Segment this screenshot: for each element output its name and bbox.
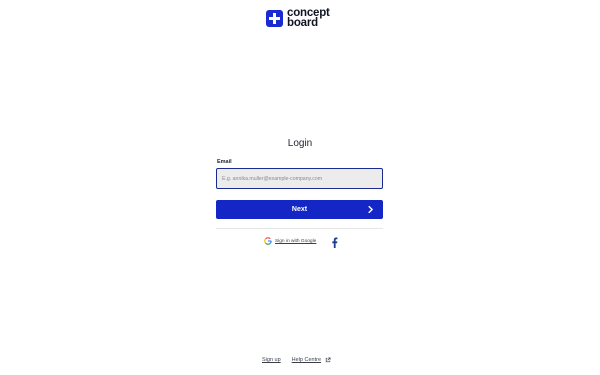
- plus-logo-icon: [266, 10, 283, 27]
- chevron-right-icon: [368, 205, 373, 214]
- logo-wordmark: concept board: [287, 8, 330, 29]
- email-field[interactable]: [216, 168, 383, 189]
- next-button[interactable]: Next: [216, 200, 383, 219]
- divider: [216, 228, 383, 229]
- footer: Sign up Help Centre: [262, 357, 331, 363]
- help-centre-link[interactable]: Help Centre: [292, 357, 331, 363]
- logo-word-board: board: [287, 16, 318, 29]
- external-link-icon: [325, 357, 331, 363]
- page-title: Login: [287, 138, 313, 149]
- google-icon: [264, 237, 272, 245]
- google-signin-button[interactable]: Sign in with Google: [264, 237, 316, 245]
- conceptboard-logo: concept board: [266, 8, 330, 29]
- facebook-icon[interactable]: [331, 237, 338, 248]
- email-label: Email: [217, 159, 232, 165]
- next-button-label: Next: [291, 206, 308, 213]
- google-signin-label: Sign in with Google: [275, 238, 317, 244]
- help-centre-label: Help Centre: [291, 357, 322, 363]
- signup-link[interactable]: Sign up: [262, 357, 281, 363]
